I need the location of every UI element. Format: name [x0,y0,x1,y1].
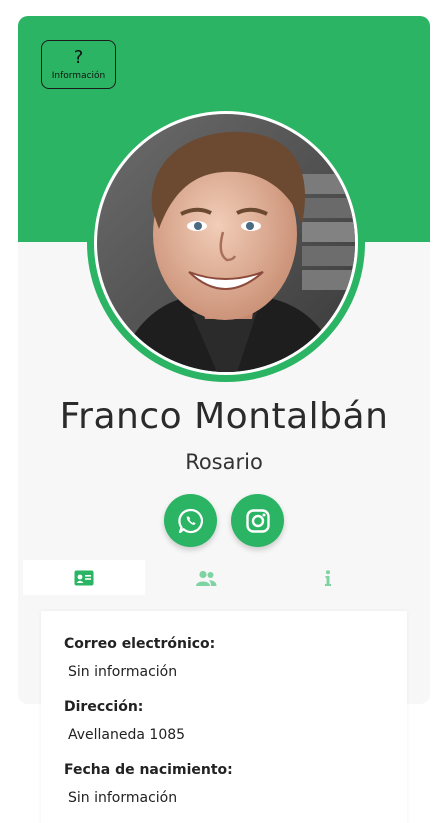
question-icon: ? [73,46,84,68]
users-icon [196,570,217,586]
profile-city: Rosario [185,450,263,474]
id-card-icon [74,570,94,585]
contact-details-panel: Correo electrónico: Sin información Dire… [41,611,407,823]
avatar [97,114,355,372]
avatar-photo [97,114,355,372]
email-label: Correo electrónico: [64,636,216,652]
profile-card: ? Información Franco Montalbán Rosario [18,16,430,704]
whatsapp-button[interactable] [164,494,217,547]
address-value: Avellaneda 1085 [68,727,186,743]
profile-tabs [23,560,389,595]
tab-info[interactable] [267,560,389,595]
info-button[interactable]: ? Información [41,40,116,89]
birthdate-label: Fecha de nacimiento: [64,762,233,778]
whatsapp-icon [177,508,203,533]
instagram-button[interactable] [231,494,284,547]
address-label: Dirección: [64,699,144,715]
email-value: Sin información [68,664,178,680]
avatar-ring [87,104,365,382]
profile-name: Franco Montalbán [59,396,389,437]
info-button-label: Información [51,70,106,81]
tab-people[interactable] [145,560,267,595]
info-icon [325,569,331,586]
birthdate-value: Sin información [68,790,178,806]
tab-contact[interactable] [23,560,145,595]
instagram-icon [245,508,270,533]
